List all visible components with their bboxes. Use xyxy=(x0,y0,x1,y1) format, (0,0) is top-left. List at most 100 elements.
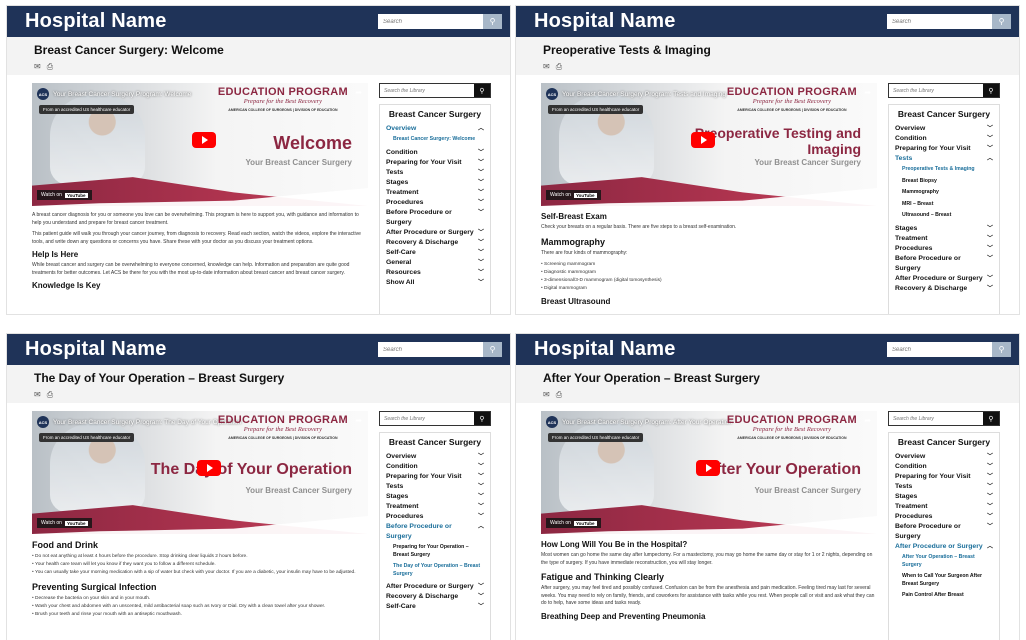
nav-item-preparing[interactable]: Preparing for Your Visit ﹀ xyxy=(895,472,993,482)
video-title[interactable]: Your Breast Cancer Surgery Program: Test… xyxy=(562,91,726,98)
educator-tag[interactable]: From an accredited US healthcare educato… xyxy=(39,105,135,114)
nav-subitem[interactable]: Ultrasound – Breast xyxy=(895,212,993,220)
nav-item-selfcare[interactable]: Self-Care ﹀ xyxy=(386,602,484,612)
video-player[interactable]: ACS Your Breast Cancer Surgery Program: … xyxy=(32,411,368,534)
search-button[interactable]: ⚲ xyxy=(992,342,1011,357)
nav-subitem[interactable]: Breast Biopsy xyxy=(895,178,993,186)
search-button[interactable]: ⚲ xyxy=(483,14,502,29)
nav-item-general[interactable]: General ﹀ xyxy=(386,258,484,268)
nav-subitem[interactable]: MRI – Breast xyxy=(895,201,993,209)
nav-item-procedures[interactable]: Procedures ﹀ xyxy=(895,244,993,254)
nav-item-before[interactable]: Before Procedure or Surgery ﹀ xyxy=(895,522,993,542)
watch-on-youtube[interactable]: Watch on YouTube xyxy=(546,518,601,528)
nav-subitem[interactable]: When to Call Your Surgeon After Breast S… xyxy=(895,573,993,588)
nav-item-after[interactable]: After Procedure or Surgery ﹀ xyxy=(386,582,484,592)
brand-name[interactable]: Hospital Name xyxy=(534,338,676,361)
nav-item-overview[interactable]: Overview ﹀ xyxy=(386,452,484,462)
nav-item-after[interactable]: After Procedure or Surgery ﹀ xyxy=(895,274,993,284)
nav-item-treatment[interactable]: Treatment ﹀ xyxy=(895,234,993,244)
nav-subitem[interactable]: Preoperative Tests & Imaging xyxy=(895,166,993,174)
nav-item-stages[interactable]: Stages ﹀ xyxy=(895,492,993,502)
search-input[interactable] xyxy=(378,14,483,29)
print-icon[interactable]: ⎙ xyxy=(47,62,53,72)
brand-name[interactable]: Hospital Name xyxy=(25,338,167,361)
search-input[interactable] xyxy=(887,14,992,29)
nav-item-overview[interactable]: Overview ﹀ xyxy=(895,124,993,134)
nav-item-recovery[interactable]: Recovery & Discharge ﹀ xyxy=(895,284,993,294)
nav-item-after[interactable]: After Procedure or Surgery ︿ xyxy=(895,542,993,552)
print-icon[interactable]: ⎙ xyxy=(556,62,562,72)
video-title[interactable]: Your Breast Cancer Surgery Program: The … xyxy=(53,419,241,426)
brand-name[interactable]: Hospital Name xyxy=(534,10,676,33)
nav-subitem[interactable]: Breast Cancer Surgery: Welcome xyxy=(386,136,484,144)
nav-item-stages[interactable]: Stages ﹀ xyxy=(895,224,993,234)
nav-item-preparing[interactable]: Preparing for Your Visit ﹀ xyxy=(386,472,484,482)
educator-tag[interactable]: From an accredited US healthcare educato… xyxy=(548,433,644,442)
nav-item-tests[interactable]: Tests ﹀ xyxy=(386,168,484,178)
nav-item-before[interactable]: Before Procedure or Surgery ﹀ xyxy=(386,208,484,228)
play-icon[interactable] xyxy=(696,460,720,476)
nav-subitem[interactable]: Pain Control After Breast xyxy=(895,592,993,600)
video-player[interactable]: ACS Your Breast Cancer Surgery Program: … xyxy=(541,83,877,206)
educator-tag[interactable]: From an accredited US healthcare educato… xyxy=(39,433,135,442)
nav-item-procedures[interactable]: Procedures ﹀ xyxy=(386,198,484,208)
nav-item-condition[interactable]: Condition ﹀ xyxy=(895,134,993,144)
video-title[interactable]: Your Breast Cancer Surgery Program: Welc… xyxy=(53,91,191,98)
nav-subitem[interactable]: Mammography xyxy=(895,189,993,197)
library-search-input[interactable] xyxy=(889,84,983,97)
print-icon[interactable]: ⎙ xyxy=(47,390,53,400)
share-icon[interactable]: ➦ xyxy=(355,416,362,425)
nav-item-before[interactable]: Before Procedure or Surgery ﹀ xyxy=(895,254,993,274)
nav-item-after[interactable]: After Procedure or Surgery ﹀ xyxy=(386,228,484,238)
nav-item-recovery[interactable]: Recovery & Discharge ﹀ xyxy=(386,592,484,602)
watch-on-youtube[interactable]: Watch on YouTube xyxy=(37,190,92,200)
video-title[interactable]: Your Breast Cancer Surgery Program: Afte… xyxy=(562,419,732,426)
email-icon[interactable]: ✉ xyxy=(543,62,550,72)
nav-item-procedures[interactable]: Procedures ﹀ xyxy=(386,512,484,522)
nav-item-condition[interactable]: Condition ﹀ xyxy=(895,462,993,472)
nav-item-resources[interactable]: Resources ﹀ xyxy=(386,268,484,278)
nav-item-preparing[interactable]: Preparing for Your Visit ﹀ xyxy=(895,144,993,154)
nav-item-overview[interactable]: Overview ﹀ xyxy=(895,452,993,462)
nav-item-stages[interactable]: Stages ﹀ xyxy=(386,492,484,502)
nav-item-show-all[interactable]: Show All ﹀ xyxy=(386,278,484,288)
share-icon[interactable]: ➦ xyxy=(864,88,871,97)
library-search-button[interactable]: ⚲ xyxy=(474,84,490,97)
nav-subitem[interactable]: After Your Operation – Breast Surgery xyxy=(895,554,993,569)
nav-item-condition[interactable]: Condition ﹀ xyxy=(386,148,484,158)
share-icon[interactable]: ➦ xyxy=(355,88,362,97)
nav-item-treatment[interactable]: Treatment ﹀ xyxy=(386,188,484,198)
nav-item-tests[interactable]: Tests ︿ xyxy=(895,154,993,164)
email-icon[interactable]: ✉ xyxy=(543,390,550,400)
nav-item-overview[interactable]: Overview ︿ xyxy=(386,124,484,134)
search-input[interactable] xyxy=(378,342,483,357)
nav-item-treatment[interactable]: Treatment ﹀ xyxy=(386,502,484,512)
search-input[interactable] xyxy=(887,342,992,357)
library-search-input[interactable] xyxy=(380,84,474,97)
nav-subitem[interactable]: Preparing for Your Operation – Breast Su… xyxy=(386,544,484,559)
nav-subitem[interactable]: The Day of Your Operation – Breast Surge… xyxy=(386,563,484,578)
nav-item-tests[interactable]: Tests ﹀ xyxy=(895,482,993,492)
video-player[interactable]: ACS Your Breast Cancer Surgery Program: … xyxy=(541,411,877,534)
nav-item-tests[interactable]: Tests ﹀ xyxy=(386,482,484,492)
share-icon[interactable]: ➦ xyxy=(864,416,871,425)
library-search-button[interactable]: ⚲ xyxy=(983,412,999,425)
search-button[interactable]: ⚲ xyxy=(483,342,502,357)
search-button[interactable]: ⚲ xyxy=(992,14,1011,29)
brand-name[interactable]: Hospital Name xyxy=(25,10,167,33)
play-icon[interactable] xyxy=(691,132,715,148)
library-search-input[interactable] xyxy=(889,412,983,425)
educator-tag[interactable]: From an accredited US healthcare educato… xyxy=(548,105,644,114)
nav-item-stages[interactable]: Stages ﹀ xyxy=(386,178,484,188)
video-player[interactable]: ACS Your Breast Cancer Surgery Program: … xyxy=(32,83,368,206)
library-search-button[interactable]: ⚲ xyxy=(474,412,490,425)
watch-on-youtube[interactable]: Watch on YouTube xyxy=(37,518,92,528)
print-icon[interactable]: ⎙ xyxy=(556,390,562,400)
email-icon[interactable]: ✉ xyxy=(34,62,41,72)
watch-on-youtube[interactable]: Watch on YouTube xyxy=(546,190,601,200)
nav-item-preparing[interactable]: Preparing for Your Visit ﹀ xyxy=(386,158,484,168)
play-icon[interactable] xyxy=(197,460,221,476)
nav-item-recovery[interactable]: Recovery & Discharge ﹀ xyxy=(386,238,484,248)
nav-item-before[interactable]: Before Procedure or Surgery ︿ xyxy=(386,522,484,542)
nav-item-condition[interactable]: Condition ﹀ xyxy=(386,462,484,472)
